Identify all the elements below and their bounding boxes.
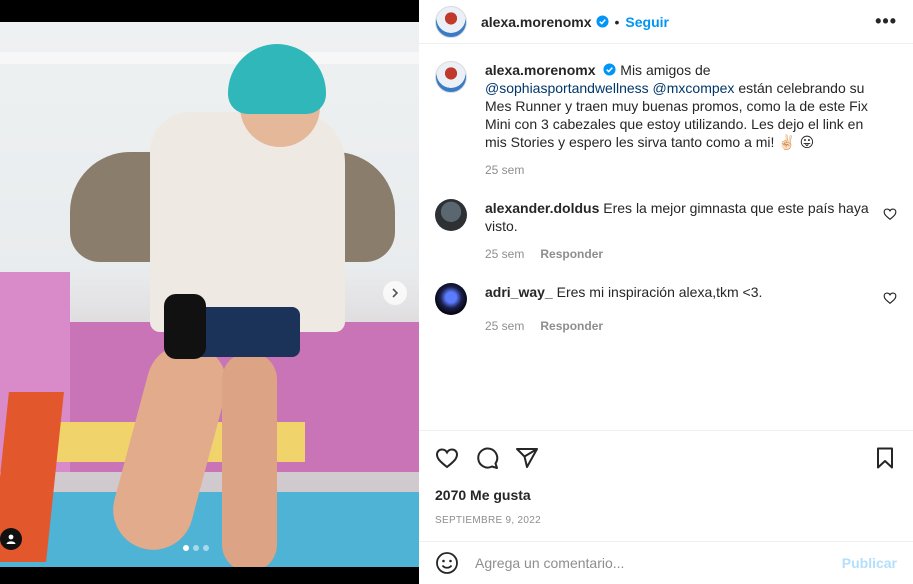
comment-meta: 25 sem Responder bbox=[485, 317, 870, 335]
tagged-users-button[interactable] bbox=[0, 528, 22, 550]
photo-detail bbox=[164, 294, 206, 359]
user-icon bbox=[6, 534, 16, 544]
action-bar: 2070 Me gusta SEPTIEMBRE 9, 2022 bbox=[419, 430, 913, 526]
separator: • bbox=[614, 13, 620, 30]
verified-badge-icon bbox=[603, 63, 616, 76]
photo-detail bbox=[190, 307, 300, 357]
post-header: alexa.morenomx • Seguir ••• bbox=[419, 0, 913, 44]
like-comment-heart-icon[interactable] bbox=[883, 207, 897, 221]
publish-button[interactable]: Publicar bbox=[842, 555, 897, 571]
post-modal: alexa.morenomx • Seguir ••• alexa.moreno… bbox=[0, 0, 913, 584]
emoji-icon[interactable] bbox=[435, 551, 459, 575]
avatar[interactable] bbox=[435, 199, 467, 231]
caption-username[interactable]: alexa.morenomx bbox=[485, 62, 596, 78]
author-username[interactable]: alexa.morenomx bbox=[481, 14, 592, 30]
carousel-next-button[interactable] bbox=[383, 281, 407, 305]
like-heart-icon[interactable] bbox=[435, 446, 459, 470]
action-icons bbox=[435, 443, 897, 473]
comment-item: adri_way_ Eres mi inspiración alexa,tkm … bbox=[435, 283, 897, 335]
timestamp[interactable]: 25 sem bbox=[485, 245, 524, 263]
save-bookmark-icon[interactable] bbox=[873, 446, 897, 470]
caption-body: alexa.morenomx Mis amigos de @sophiaspor… bbox=[485, 61, 870, 179]
timestamp[interactable]: 25 sem bbox=[485, 317, 524, 335]
like-comment-heart-icon[interactable] bbox=[883, 291, 897, 305]
photo-detail bbox=[0, 52, 419, 64]
comment-meta: 25 sem Responder bbox=[485, 245, 870, 263]
comment-item: alexander.doldus Eres la mejor gimnasta … bbox=[435, 199, 897, 263]
post-side-panel: alexa.morenomx • Seguir ••• alexa.moreno… bbox=[419, 0, 913, 584]
comment-input[interactable] bbox=[475, 555, 842, 571]
post-date[interactable]: SEPTIEMBRE 9, 2022 bbox=[435, 515, 897, 526]
follow-button[interactable]: Seguir bbox=[625, 14, 669, 30]
comment-body: adri_way_ Eres mi inspiración alexa,tkm … bbox=[485, 283, 870, 335]
comment-body: alexander.doldus Eres la mejor gimnasta … bbox=[485, 199, 870, 263]
like-count[interactable]: 2070 Me gusta bbox=[435, 487, 897, 503]
caption-text: Mis amigos de bbox=[620, 62, 711, 78]
post-photo[interactable] bbox=[0, 22, 419, 567]
reply-button[interactable]: Responder bbox=[540, 245, 603, 263]
add-comment-bar: Publicar bbox=[419, 541, 913, 584]
chevron-right-icon bbox=[392, 288, 399, 298]
mention-link[interactable]: @sophiasportandwellness bbox=[485, 80, 649, 96]
reply-button[interactable]: Responder bbox=[540, 317, 603, 335]
more-horizontal-icon[interactable]: ••• bbox=[875, 11, 897, 32]
avatar[interactable] bbox=[435, 283, 467, 315]
media-panel bbox=[0, 0, 419, 584]
comment-text: Eres mi inspiración alexa,tkm <3. bbox=[556, 284, 763, 300]
caption: alexa.morenomx Mis amigos de @sophiaspor… bbox=[435, 61, 897, 179]
carousel-dot bbox=[183, 545, 189, 551]
photo-detail bbox=[222, 352, 277, 567]
timestamp[interactable]: 25 sem bbox=[485, 161, 524, 179]
carousel-dots bbox=[183, 545, 209, 551]
comment-bubble-icon[interactable] bbox=[475, 446, 499, 470]
carousel-dot bbox=[193, 545, 199, 551]
share-send-icon[interactable] bbox=[515, 446, 539, 470]
avatar[interactable] bbox=[435, 61, 467, 93]
avatar[interactable] bbox=[435, 5, 467, 38]
comments-section[interactable]: alexa.morenomx Mis amigos de @sophiaspor… bbox=[419, 45, 913, 429]
comment-username[interactable]: adri_way_ bbox=[485, 284, 553, 300]
verified-badge-icon bbox=[595, 15, 609, 28]
caption-meta: 25 sem bbox=[485, 161, 870, 179]
comment-username[interactable]: alexander.doldus bbox=[485, 200, 599, 216]
carousel-dot bbox=[203, 545, 209, 551]
photo-detail bbox=[0, 492, 419, 567]
mention-link[interactable]: @mxcompex bbox=[653, 80, 735, 96]
